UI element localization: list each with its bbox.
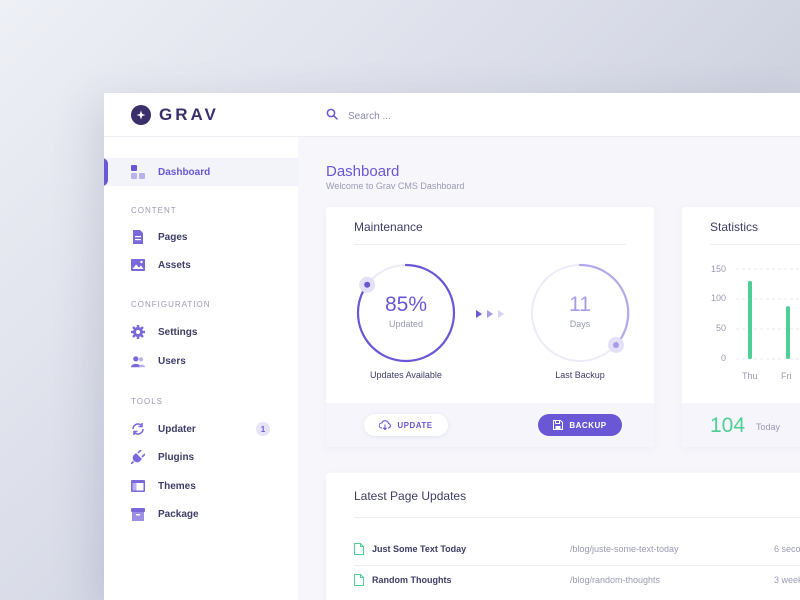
sidebar-item-label: Users (158, 355, 186, 367)
page-title: Dashboard (326, 163, 400, 180)
backup-days: 11 (569, 293, 591, 316)
brand-name: GRAV (159, 105, 219, 124)
table-row[interactable]: Just Some Text Today /blog/juste-some-te… (354, 534, 800, 565)
arrows-icon (476, 310, 504, 318)
search-icon[interactable] (326, 107, 338, 125)
sidebar-item-label: Plugins (158, 451, 195, 463)
chart-bar-fri (786, 306, 790, 359)
updates-percent: 85% (384, 293, 428, 316)
page-updated-time: 3 week (774, 575, 800, 585)
y-tick-label: 50 (715, 323, 726, 333)
gear-icon (131, 325, 145, 339)
sidebar-item-label: Assets (158, 259, 191, 271)
search-input[interactable] (348, 110, 548, 122)
backup-button-label: BACKUP (569, 420, 607, 430)
page-icon (131, 230, 145, 244)
page-path: /blog/juste-some-text-today (570, 544, 679, 554)
backup-unit: Days (569, 319, 591, 329)
update-button[interactable]: UPDATE (364, 414, 448, 436)
chart-bar-thu (748, 281, 752, 359)
sidebar-item-themes[interactable]: Themes (104, 472, 298, 500)
cloud-download-icon (379, 420, 392, 430)
app-window: GRAV Dashboard CONTENT Pages As (104, 93, 800, 600)
backup-caption: Last Backup (555, 370, 605, 380)
image-icon (131, 258, 145, 272)
today-label: Today (756, 422, 781, 432)
sidebar-item-label: Themes (158, 480, 196, 492)
page-name[interactable]: Random Thoughts (372, 575, 452, 585)
maintenance-actions: UPDATE BACKUP (326, 403, 654, 447)
sidebar-item-users[interactable]: Users (104, 347, 298, 375)
divider (354, 244, 626, 245)
window-icon (131, 479, 145, 493)
sidebar-item-pages[interactable]: Pages (104, 223, 298, 251)
statistics-card: Statistics 150 100 50 0 Thu Fri 104 Toda… (682, 207, 800, 447)
page-subtitle: Welcome to Grav CMS Dashboard (326, 181, 465, 191)
divider (710, 244, 800, 245)
y-tick-label: 100 (710, 293, 726, 303)
sidebar: Dashboard CONTENT Pages Assets CONFIGURA… (104, 137, 298, 600)
box-icon (131, 507, 145, 521)
statistics-chart (736, 268, 800, 360)
sidebar-section-content: CONTENT (131, 206, 177, 215)
top-bar: GRAV (104, 93, 800, 137)
sidebar-item-assets[interactable]: Assets (104, 251, 298, 279)
x-tick-label: Thu (742, 371, 758, 381)
updates-caption: Updates Available (370, 370, 442, 380)
sidebar-section-tools: TOOLS (131, 397, 163, 406)
y-tick-label: 0 (720, 353, 726, 363)
logo[interactable]: GRAV (131, 105, 219, 125)
maintenance-title: Maintenance (354, 220, 423, 234)
save-icon (553, 420, 564, 430)
sidebar-item-settings[interactable]: Settings (104, 318, 298, 346)
backup-button[interactable]: BACKUP (538, 414, 622, 436)
sidebar-item-dashboard[interactable]: Dashboard (104, 158, 298, 186)
file-icon (354, 574, 364, 586)
page-path: /blog/random-thoughts (570, 575, 661, 585)
sidebar-item-updater[interactable]: Updater 1 (104, 415, 298, 443)
divider (354, 517, 800, 518)
update-button-label: UPDATE (397, 420, 433, 430)
y-tick-label: 150 (710, 264, 726, 274)
page-name[interactable]: Just Some Text Today (372, 544, 466, 554)
sidebar-section-configuration: CONFIGURATION (131, 300, 211, 309)
page-updated-time: 6 seco (774, 544, 800, 554)
table-row[interactable]: Random Thoughts /blog/random-thoughts 3 … (354, 565, 800, 596)
plug-icon (131, 450, 145, 464)
maintenance-card: Maintenance 85% Updated Updates Availabl… (326, 207, 654, 447)
sidebar-item-label: Updater (158, 423, 196, 435)
search-bar (326, 107, 548, 125)
statistics-title: Statistics (710, 220, 759, 234)
file-icon (354, 543, 364, 555)
latest-updates-title: Latest Page Updates (354, 489, 467, 503)
updater-count-badge: 1 (256, 422, 270, 436)
latest-updates-card: Latest Page Updates Just Some Text Today… (326, 473, 800, 600)
sidebar-item-label: Dashboard (158, 166, 211, 178)
grav-logo-icon (131, 105, 151, 125)
today-count: 104 (710, 414, 746, 437)
sidebar-item-label: Settings (158, 326, 198, 338)
users-icon (131, 354, 145, 368)
refresh-icon (131, 422, 145, 436)
sidebar-item-plugins[interactable]: Plugins (104, 443, 298, 471)
updates-unit: Updated (388, 319, 424, 329)
sidebar-item-label: Pages (158, 231, 188, 243)
x-tick-label: Fri (781, 371, 792, 381)
sidebar-item-package[interactable]: Package (104, 500, 298, 528)
sidebar-item-label: Package (158, 508, 199, 520)
dashboard-icon (131, 165, 145, 179)
